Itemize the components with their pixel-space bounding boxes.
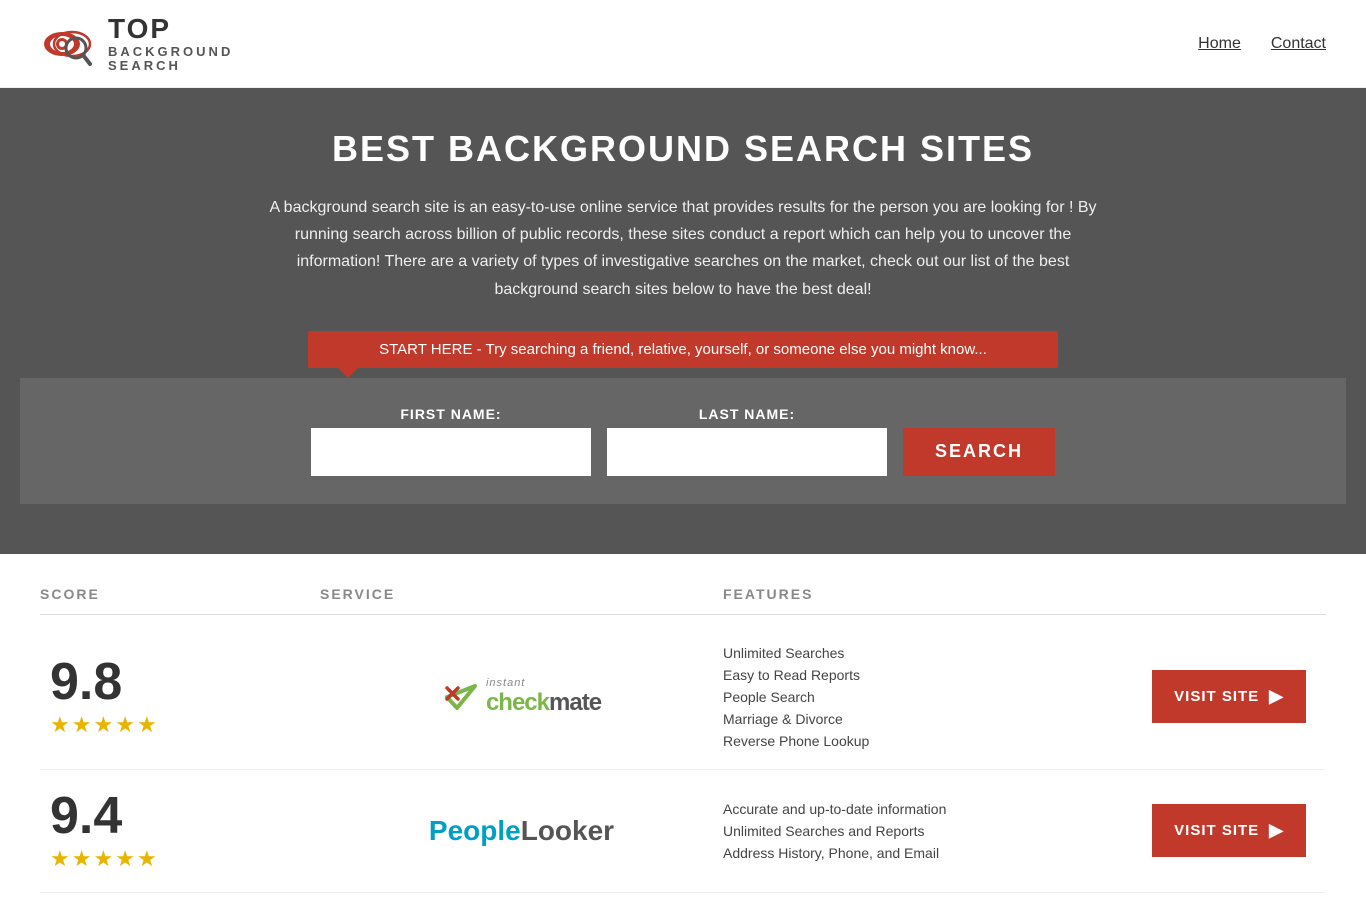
score-cell-1: 9.8 ★ ★ ★ ★ ★: [40, 656, 320, 738]
star-2-4: ★: [115, 846, 135, 872]
features-cell-2: Accurate and up-to-date information Unli…: [723, 801, 1126, 861]
peoplelooker-logo: PeopleLooker: [429, 815, 614, 847]
checkmate-instant: instant: [486, 677, 601, 689]
service-cell-2: PeopleLooker: [320, 815, 723, 847]
star-4: ★: [115, 712, 135, 738]
star-1: ★: [50, 712, 70, 738]
feature-2-2: Unlimited Searches and Reports: [723, 823, 1126, 839]
search-form-area: FIRST NAME: LAST NAME: SEARCH: [20, 378, 1346, 504]
logo-bottom-text: BACKGROUNDSEARCH: [108, 45, 233, 74]
checkmate-logo: instant checkmate: [442, 677, 601, 717]
feature-1-4: Marriage & Divorce: [723, 711, 1126, 727]
visit-site-button-1[interactable]: VISIT SITE ▶: [1152, 670, 1306, 723]
header-score: SCORE: [40, 586, 320, 602]
header-features: FEATURES: [723, 586, 1126, 602]
first-name-field: FIRST NAME:: [311, 406, 591, 476]
logo-icon: [40, 14, 100, 74]
star-3: ★: [93, 712, 113, 738]
score-cell-2: 9.4 ★ ★ ★ ★ ★: [40, 790, 320, 872]
header-service: SERVICE: [320, 586, 723, 602]
search-form: FIRST NAME: LAST NAME: SEARCH: [40, 406, 1326, 476]
last-name-input[interactable]: [607, 428, 887, 476]
feature-2-1: Accurate and up-to-date information: [723, 801, 1126, 817]
feature-1-2: Easy to Read Reports: [723, 667, 1126, 683]
visit-cell-2: VISIT SITE ▶: [1126, 804, 1326, 857]
feature-1-3: People Search: [723, 689, 1126, 705]
features-cell-1: Unlimited Searches Easy to Read Reports …: [723, 645, 1126, 749]
last-name-field: LAST NAME:: [607, 406, 887, 476]
results-table: SCORE SERVICE FEATURES 9.8 ★ ★ ★ ★ ★: [0, 554, 1366, 913]
hero-title: BEST BACKGROUND SEARCH SITES: [20, 128, 1346, 170]
star-2-3: ★: [93, 846, 113, 872]
logo-text: TOP BACKGROUNDSEARCH: [108, 14, 233, 73]
first-name-label: FIRST NAME:: [311, 406, 591, 422]
star-5: ★: [137, 712, 157, 738]
visit-arrow-icon-1: ▶: [1269, 686, 1284, 707]
hero-description: A background search site is an easy-to-u…: [263, 194, 1103, 303]
visit-arrow-icon-2: ▶: [1269, 820, 1284, 841]
hero-section: BEST BACKGROUND SEARCH SITES A backgroun…: [0, 88, 1366, 554]
stars-1: ★ ★ ★ ★ ★: [50, 712, 157, 738]
peoplelooker-looker: Looker: [521, 815, 614, 846]
score-number-2: 9.4: [50, 790, 122, 842]
star-2: ★: [72, 712, 92, 738]
last-name-label: LAST NAME:: [607, 406, 887, 422]
visit-cell-1: VISIT SITE ▶: [1126, 670, 1326, 723]
feature-1-1: Unlimited Searches: [723, 645, 1126, 661]
checkmate-check-icon: [442, 678, 480, 716]
score-number-1: 9.8: [50, 656, 122, 708]
nav-home[interactable]: Home: [1198, 35, 1241, 53]
table-header: SCORE SERVICE FEATURES: [40, 574, 1326, 615]
checkmate-text: instant checkmate: [486, 677, 601, 717]
peoplelooker-people: People: [429, 815, 521, 846]
stars-2: ★ ★ ★ ★ ★: [50, 846, 157, 872]
search-button[interactable]: SEARCH: [903, 428, 1055, 476]
first-name-input[interactable]: [311, 428, 591, 476]
main-nav: Home Contact: [1198, 35, 1326, 53]
logo-top-text: TOP: [108, 14, 233, 45]
table-row: 9.8 ★ ★ ★ ★ ★ instant checkmate: [40, 625, 1326, 770]
visit-site-label-1: VISIT SITE: [1174, 688, 1259, 705]
header: TOP BACKGROUNDSEARCH Home Contact: [0, 0, 1366, 88]
feature-1-5: Reverse Phone Lookup: [723, 733, 1126, 749]
search-banner: START HERE - Try searching a friend, rel…: [308, 331, 1058, 368]
header-action: [1126, 586, 1326, 602]
visit-site-label-2: VISIT SITE: [1174, 822, 1259, 839]
star-2-2: ★: [72, 846, 92, 872]
star-2-5: ★: [137, 846, 157, 872]
feature-2-3: Address History, Phone, and Email: [723, 845, 1126, 861]
star-2-1: ★: [50, 846, 70, 872]
visit-site-button-2[interactable]: VISIT SITE ▶: [1152, 804, 1306, 857]
table-row: 9.4 ★ ★ ★ ★ ★ PeopleLooker Accurate and …: [40, 770, 1326, 893]
checkmate-name: checkmate: [486, 689, 601, 717]
nav-contact[interactable]: Contact: [1271, 35, 1326, 53]
service-cell-1: instant checkmate: [320, 677, 723, 717]
logo: TOP BACKGROUNDSEARCH: [40, 14, 233, 74]
